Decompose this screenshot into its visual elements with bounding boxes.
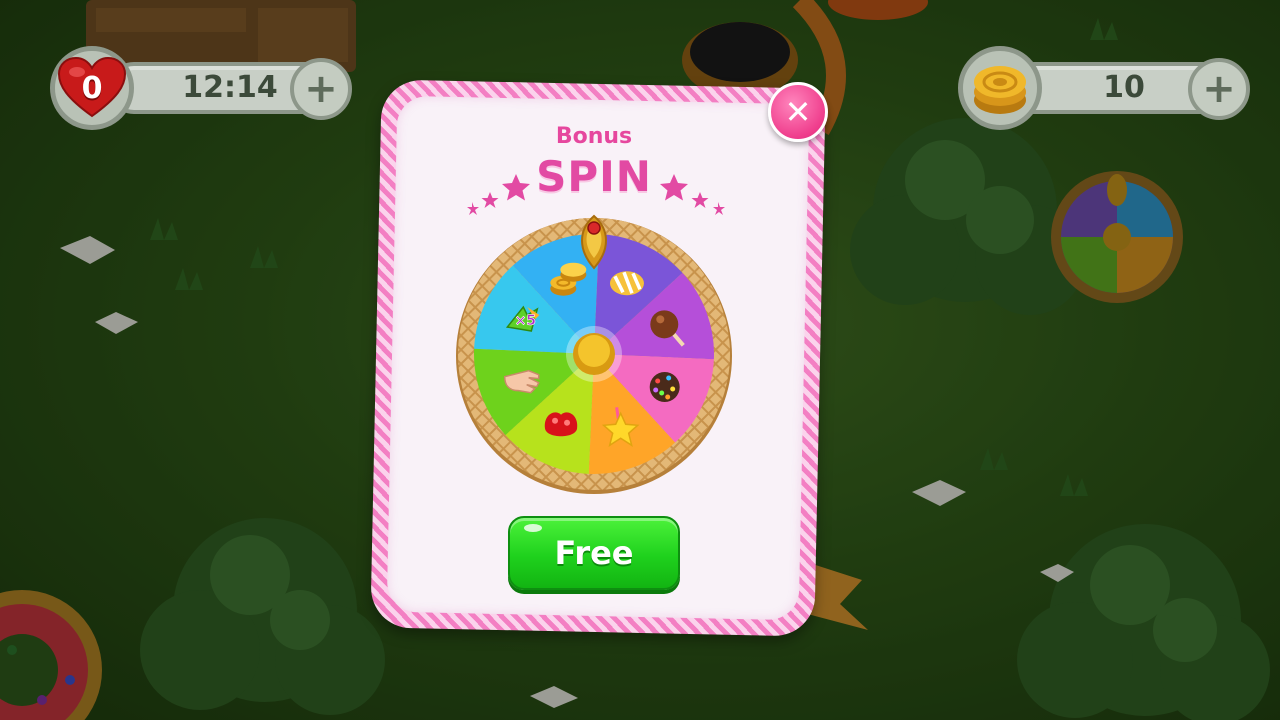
coins-badge — [958, 46, 1042, 130]
close-icon: ✕ — [784, 93, 812, 131]
svg-text:×5: ×5 — [515, 313, 536, 329]
add-lives-label: + — [304, 66, 338, 112]
coins-count: 10 — [1103, 70, 1145, 105]
star-icon — [660, 174, 688, 201]
wheel-hub-cap — [578, 335, 610, 367]
add-lives-button[interactable]: + — [290, 58, 352, 120]
add-coins-label: + — [1202, 66, 1236, 112]
add-coins-button[interactable]: + — [1188, 58, 1250, 120]
striped-candy-icon — [609, 271, 644, 296]
title-stars-decoration — [467, 174, 725, 215]
star-icon — [481, 192, 499, 208]
dialog-subtitle: Bonus — [555, 124, 633, 149]
star-icon — [502, 174, 530, 201]
gold-coin-icon — [974, 66, 1026, 114]
button-gloss — [524, 524, 542, 532]
jelly-fish-icon — [544, 412, 578, 437]
color-bomb-icon — [649, 371, 680, 402]
free-spin-button[interactable]: Free — [508, 516, 680, 590]
free-spin-label: Free — [554, 534, 634, 572]
close-button[interactable]: ✕ — [768, 82, 828, 142]
star-icon — [691, 192, 709, 208]
lives-badge: 0 — [50, 46, 134, 130]
lives-timer: 12:14 — [182, 70, 278, 105]
lives-count: 0 — [81, 70, 103, 106]
bonus-spin-wheel[interactable]: ×5 — [454, 214, 734, 494]
